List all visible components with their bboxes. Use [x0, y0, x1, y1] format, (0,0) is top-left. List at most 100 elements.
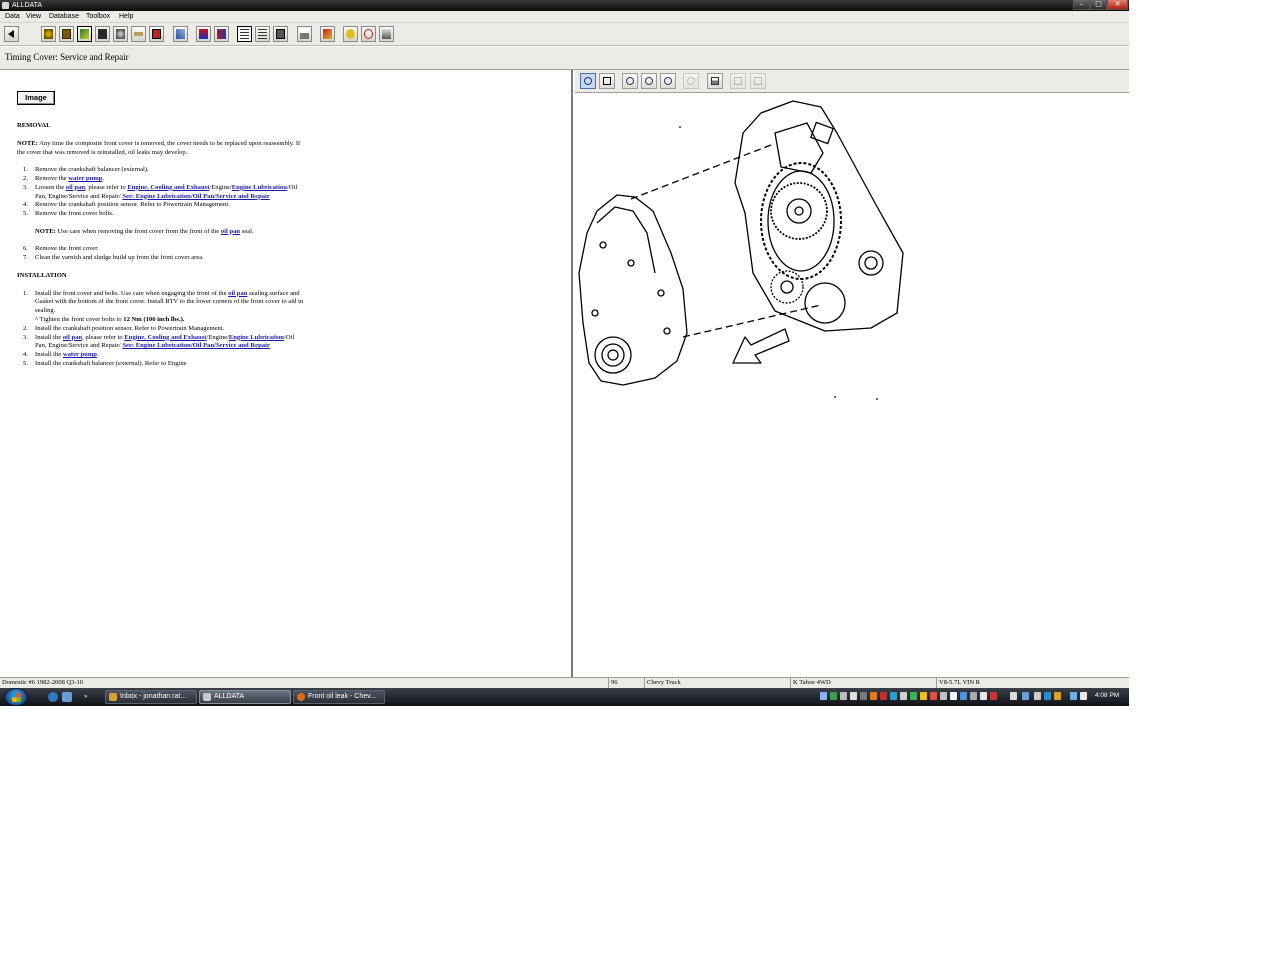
status-model: K Tahoe 4WD	[790, 678, 831, 688]
engine-cooling-exhaust-link[interactable]: Engine, Cooling and Exhaust	[124, 334, 206, 341]
vehicle-select-button[interactable]	[41, 26, 56, 42]
list-item: 3. Install the oil pan, please refer to E…	[23, 333, 295, 350]
tray-icon[interactable]	[970, 692, 977, 700]
minimize-button[interactable]: –	[1073, 0, 1090, 10]
oil-pan-link[interactable]: oil pan	[221, 228, 240, 235]
menu-help[interactable]: Help	[119, 11, 133, 23]
taskbar-item-browser[interactable]: Front oil leak - Chev...	[293, 690, 385, 704]
text-pane[interactable]: Image REMOVAL NOTE: Any time the composi…	[0, 70, 573, 677]
tray-icon[interactable]	[1010, 692, 1017, 700]
parts-icon	[116, 29, 125, 39]
split-view-icon	[240, 29, 249, 39]
taskbar-item-inbox[interactable]: Inbox - jonathan.rat...	[105, 690, 197, 704]
oil-pan-link[interactable]: oil pan	[228, 290, 247, 297]
water-pump-link[interactable]: water pump	[63, 351, 97, 358]
tray-icon[interactable]	[1034, 692, 1041, 700]
tray-icon[interactable]	[920, 692, 927, 700]
components-button[interactable]	[113, 26, 128, 42]
oil-pan-link[interactable]: oil pan	[66, 184, 85, 191]
shield-icon[interactable]	[830, 692, 837, 700]
tray-icon[interactable]	[880, 692, 887, 700]
tray-icon[interactable]	[980, 692, 987, 700]
removal-note: NOTE: Any time the composite front cover…	[17, 139, 301, 156]
clock[interactable]: 4:08 PM	[1095, 690, 1119, 702]
print-image-button[interactable]	[707, 73, 723, 89]
previous-image-button[interactable]	[730, 73, 746, 89]
tray-icon[interactable]	[860, 692, 867, 700]
settings-button[interactable]	[379, 26, 394, 42]
tray-icon[interactable]	[900, 692, 907, 700]
water-pump-link[interactable]: water pump	[68, 175, 102, 182]
tray-icon[interactable]	[930, 692, 937, 700]
tray-icon[interactable]	[1044, 692, 1051, 700]
show-desktop-icon[interactable]	[62, 692, 72, 702]
tray-icon[interactable]	[960, 692, 967, 700]
tighten-spec: ^ Tighten the front cover bolts to 12 Nm…	[35, 315, 185, 323]
print-button[interactable]	[297, 26, 312, 42]
chart-icon	[152, 29, 161, 39]
see-oil-pan-service-link[interactable]: See: Engine Lubrication/Oil Pan/Service …	[122, 342, 269, 349]
volume-icon[interactable]	[1080, 692, 1087, 700]
search-button[interactable]	[361, 26, 376, 42]
tray-icon[interactable]	[910, 692, 917, 700]
compare-button[interactable]	[214, 26, 229, 42]
screen: ALLDATA – □ ✕ Data View Database Toolbox…	[0, 0, 1129, 706]
status-year: 96	[608, 678, 618, 688]
start-button[interactable]	[4, 688, 28, 706]
folder-button[interactable]	[59, 26, 74, 42]
menu-view[interactable]: View	[26, 11, 41, 23]
zoom-in-button[interactable]	[641, 73, 657, 89]
labor-button[interactable]	[131, 26, 146, 42]
tray-icon[interactable]	[950, 692, 957, 700]
list-item: 1. Remove the crankshaft balancer (extern…	[23, 166, 149, 174]
image-button[interactable]: Image	[17, 91, 55, 105]
zoom-out-button[interactable]	[660, 73, 676, 89]
diagnosis-button[interactable]	[149, 26, 164, 42]
repair-info-button[interactable]	[77, 26, 92, 42]
engine-lubrication-link[interactable]: Engine Lubrication	[229, 334, 284, 341]
printer-settings-icon	[382, 29, 391, 39]
help-button[interactable]	[343, 26, 358, 42]
tsb-button[interactable]	[95, 26, 110, 42]
pan-tool-button[interactable]	[599, 73, 615, 89]
quick-launch-overflow-icon[interactable]: »	[84, 692, 90, 702]
back-button[interactable]	[4, 26, 19, 42]
checklist-button[interactable]	[173, 26, 188, 42]
new-car-button[interactable]	[196, 26, 211, 42]
tray-icon[interactable]	[850, 692, 857, 700]
tray-icon[interactable]	[1022, 692, 1029, 700]
list-item: 2. Remove the water pump.	[23, 174, 105, 182]
zoom-reset-button[interactable]	[683, 73, 699, 89]
oil-pan-link[interactable]: oil pan	[63, 334, 82, 341]
zoom-fit-icon	[626, 77, 634, 85]
engine-cooling-exhaust-link[interactable]: Engine, Cooling and Exhaust	[127, 184, 209, 191]
gear-icon	[44, 29, 53, 39]
help-icon	[346, 29, 355, 39]
network-icon[interactable]	[1070, 692, 1077, 700]
list-item: 7. Clean the varnish and sludge build up …	[23, 254, 204, 262]
close-button[interactable]: ✕	[1107, 0, 1128, 10]
tray-icon[interactable]	[940, 692, 947, 700]
bookmark-button[interactable]	[320, 26, 335, 42]
maximize-button[interactable]: □	[1090, 0, 1107, 10]
layout-split-button[interactable]	[237, 26, 252, 42]
tray-icon[interactable]	[840, 692, 847, 700]
internet-explorer-icon[interactable]	[48, 692, 58, 702]
timing-cover-diagram[interactable]	[575, 93, 1129, 677]
tray-icon[interactable]	[820, 692, 827, 700]
text-only-button[interactable]	[255, 26, 270, 42]
menu-toolbox[interactable]: Toolbox	[86, 11, 110, 23]
menu-database[interactable]: Database	[49, 11, 79, 23]
zoom-fit-button[interactable]	[622, 73, 638, 89]
tray-icon[interactable]	[870, 692, 877, 700]
tray-icon[interactable]	[990, 692, 997, 700]
tray-icon[interactable]	[890, 692, 897, 700]
image-only-button[interactable]	[273, 26, 288, 42]
zoom-tool-button[interactable]	[580, 73, 596, 89]
engine-lubrication-link[interactable]: Engine Lubrication	[232, 184, 287, 191]
next-image-button[interactable]	[750, 73, 766, 89]
taskbar-item-alldata[interactable]: ALLDATA	[199, 690, 291, 704]
see-oil-pan-service-link[interactable]: See: Engine Lubrication/Oil Pan/Service …	[122, 193, 269, 200]
menu-data[interactable]: Data	[5, 11, 20, 23]
tray-icon[interactable]	[1054, 692, 1061, 700]
